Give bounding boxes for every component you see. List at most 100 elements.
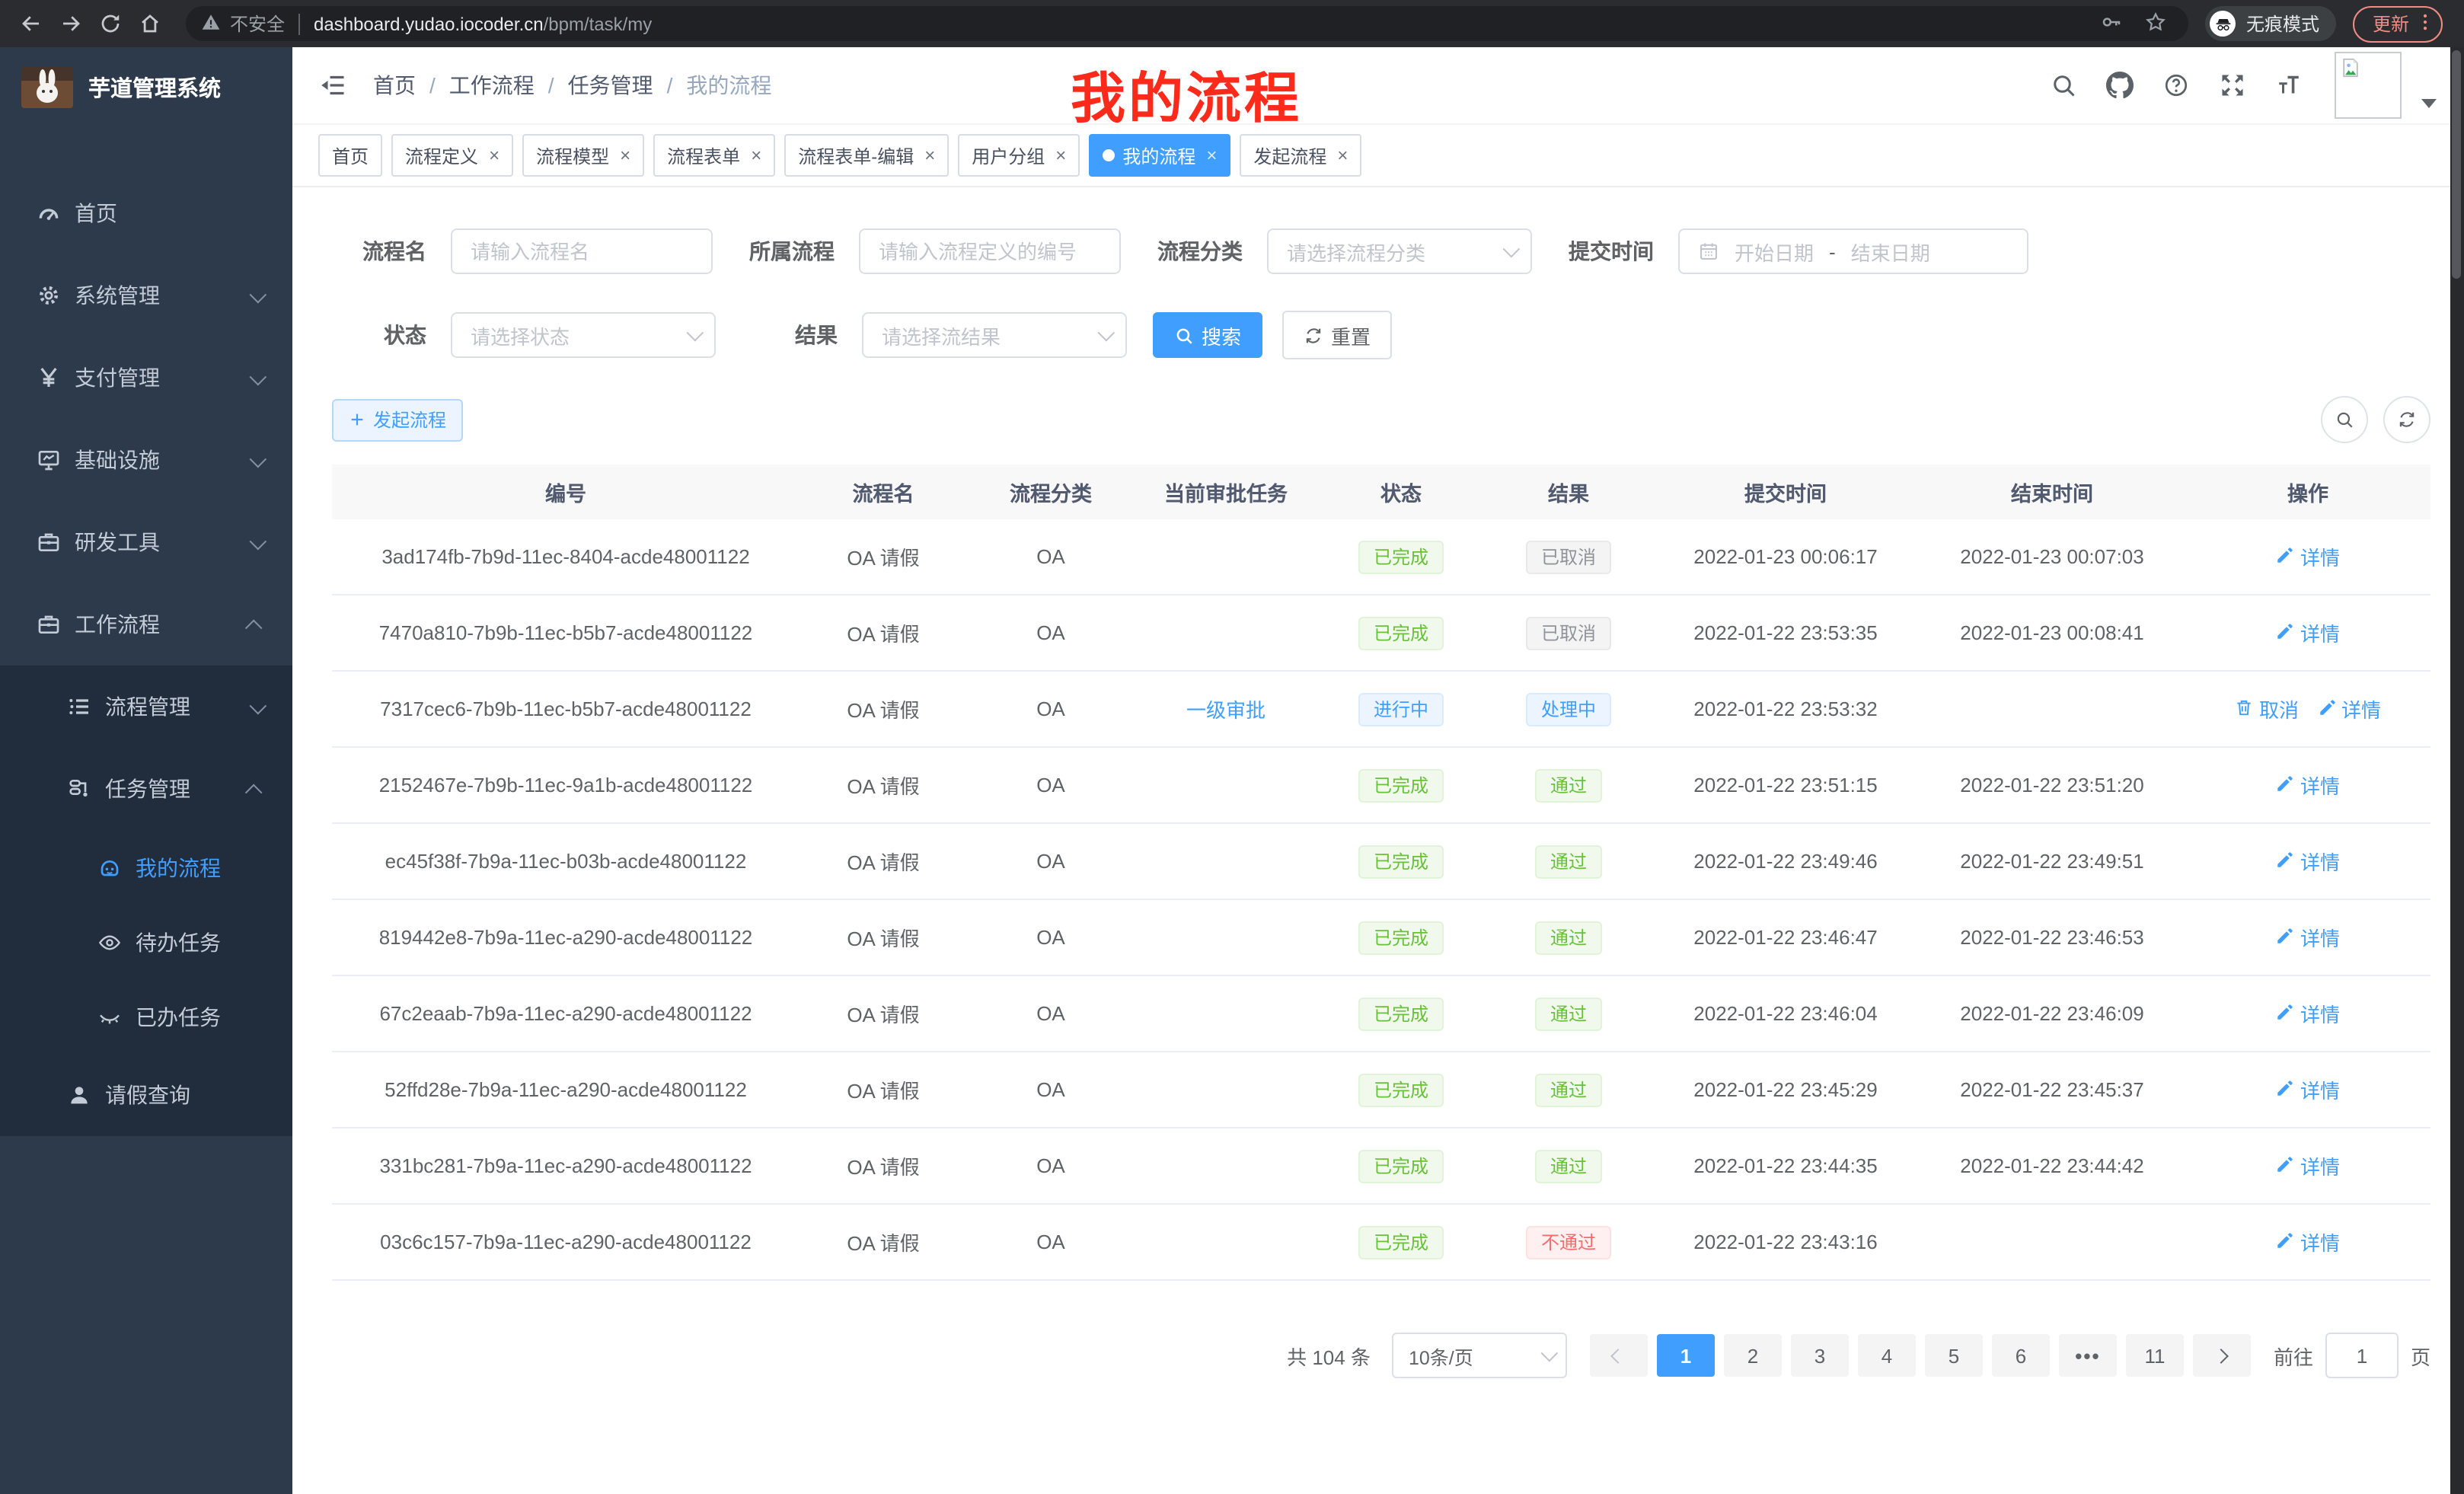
address-bar[interactable]: 不安全 dashboard.yudao.iocoder.cn/bpm/task/… (186, 6, 2188, 41)
sidebar-item-task-mgmt[interactable]: 任务管理 (0, 748, 292, 830)
close-tab-icon[interactable]: × (1337, 145, 1348, 166)
detail-action-link[interactable]: 详情 (2276, 771, 2340, 800)
tab-流程表单[interactable]: 流程表单× (653, 134, 775, 177)
process-name-input[interactable] (451, 228, 713, 274)
refresh-table-button[interactable] (2383, 396, 2430, 443)
github-icon[interactable] (2106, 72, 2134, 99)
tab-用户分组[interactable]: 用户分组× (958, 134, 1080, 177)
sidebar-item-system-mgmt[interactable]: 系统管理 (0, 254, 292, 337)
search-icon[interactable] (2050, 72, 2077, 99)
font-size-icon[interactable] (2275, 72, 2303, 99)
avatar-dropdown-icon[interactable] (2421, 99, 2437, 108)
next-page-button[interactable] (2193, 1334, 2251, 1377)
status-tag: 不通过 (1526, 1225, 1611, 1259)
status-tag: 已取消 (1526, 540, 1611, 573)
page-button-5[interactable]: 5 (1925, 1334, 1983, 1377)
sidebar-item-label: 待办任务 (136, 927, 221, 957)
sidebar-item-label: 流程管理 (105, 691, 190, 722)
tab-首页[interactable]: 首页 (318, 134, 382, 177)
detail-action-link[interactable]: 详情 (2276, 923, 2340, 952)
tab-流程表单-编辑[interactable]: 流程表单-编辑× (784, 134, 949, 177)
page-size-select[interactable]: 10条/页 (1392, 1333, 1567, 1378)
logo-row[interactable]: 芋道管理系统 (0, 47, 292, 126)
help-icon[interactable] (2162, 72, 2190, 99)
page-button-3[interactable]: 3 (1791, 1334, 1849, 1377)
update-chrome-button[interactable]: 更新 (2353, 5, 2443, 42)
create-process-button[interactable]: 发起流程 (332, 398, 463, 441)
category-select[interactable]: 请选择流程分类 (1267, 228, 1532, 274)
page-button-6[interactable]: 6 (1992, 1334, 2050, 1377)
detail-action-link[interactable]: 详情 (2317, 694, 2381, 723)
home-icon[interactable] (134, 8, 164, 39)
column-header: 当前审批任务 (1135, 477, 1317, 507)
sidebar-item-home[interactable]: 首页 (0, 172, 292, 254)
tab-发起流程[interactable]: 发起流程× (1240, 134, 1361, 177)
sidebar-item-payment-mgmt[interactable]: 支付管理 (0, 337, 292, 419)
page-button-4[interactable]: 4 (1858, 1334, 1916, 1377)
back-icon[interactable] (15, 8, 46, 39)
close-tab-icon[interactable]: × (751, 145, 761, 166)
close-tab-icon[interactable]: × (1055, 145, 1066, 166)
breadcrumb-item[interactable]: 我的流程 (686, 70, 771, 101)
reload-icon[interactable] (94, 8, 125, 39)
scrollbar-thumb[interactable] (2452, 50, 2461, 279)
submit-time-range-input[interactable]: 开始日期 - 结束日期 (1678, 228, 2028, 274)
sidebar-item-process-mgmt[interactable]: 流程管理 (0, 666, 292, 748)
detail-action-link[interactable]: 详情 (2276, 1075, 2340, 1104)
prev-page-button[interactable] (1590, 1334, 1648, 1377)
pencil-icon (2276, 773, 2296, 797)
collapse-sidebar-icon[interactable] (320, 72, 347, 99)
actions: 详情 (2185, 771, 2430, 800)
process-def-input[interactable] (859, 228, 1121, 274)
page-button-1[interactable]: 1 (1657, 1334, 1715, 1377)
scrollbar[interactable] (2450, 47, 2464, 1494)
close-tab-icon[interactable]: × (620, 145, 630, 166)
sidebar-item-leave-query[interactable]: 请假查询 (0, 1054, 292, 1136)
reset-button[interactable]: 重置 (1282, 311, 1392, 359)
sidebar-item-todo-tasks[interactable]: 待办任务 (0, 905, 292, 979)
search-button[interactable]: 搜索 (1153, 312, 1262, 358)
plus-icon (349, 411, 365, 428)
actions: 详情 (2185, 1151, 2430, 1180)
close-tab-icon[interactable]: × (924, 145, 935, 166)
sidebar-item-workflow[interactable]: 工作流程 (0, 583, 292, 666)
status: 已完成 (1317, 844, 1485, 878)
toggle-search-button[interactable] (2321, 396, 2368, 443)
close-tab-icon[interactable]: × (489, 145, 500, 166)
browser-menu-icon[interactable] (2414, 10, 2437, 37)
calendar-icon (1698, 241, 1719, 262)
refresh-icon (2397, 410, 2417, 429)
fullscreen-icon[interactable] (2219, 72, 2246, 99)
sidebar-item-done-tasks[interactable]: 已办任务 (0, 979, 292, 1054)
breadcrumb-item[interactable]: 首页 (373, 70, 416, 101)
tab-流程定义[interactable]: 流程定义× (391, 134, 513, 177)
detail-action-link[interactable]: 详情 (2276, 618, 2340, 647)
result-select[interactable]: 请选择流结果 (862, 312, 1127, 358)
sidebar-item-infrastructure[interactable]: 基础设施 (0, 419, 292, 501)
result: 通过 (1485, 844, 1652, 878)
forward-icon[interactable] (55, 8, 85, 39)
page-button-11[interactable]: 11 (2126, 1334, 2184, 1377)
more-pages-button[interactable]: ••• (2059, 1334, 2117, 1377)
tab-我的流程[interactable]: 我的流程× (1089, 134, 1230, 177)
detail-action-link[interactable]: 详情 (2276, 847, 2340, 876)
page-button-2[interactable]: 2 (1724, 1334, 1782, 1377)
sidebar-item-dev-tools[interactable]: 研发工具 (0, 501, 292, 583)
breadcrumb-item[interactable]: 工作流程 (449, 70, 535, 101)
key-icon[interactable] (2100, 10, 2123, 37)
tab-流程模型[interactable]: 流程模型× (522, 134, 644, 177)
avatar[interactable] (2335, 52, 2402, 119)
cancel-action-link[interactable]: 取消 (2235, 694, 2299, 723)
sidebar-item-my-process[interactable]: 我的流程 (0, 830, 292, 905)
close-tab-icon[interactable]: × (1206, 145, 1217, 166)
breadcrumb-item[interactable]: 任务管理 (568, 70, 653, 101)
current-task-link[interactable]: 一级审批 (1186, 699, 1266, 722)
bookmark-star-icon[interactable] (2144, 10, 2167, 37)
actions: 详情 (2185, 1227, 2430, 1256)
detail-action-link[interactable]: 详情 (2276, 1227, 2340, 1256)
detail-action-link[interactable]: 详情 (2276, 999, 2340, 1028)
detail-action-link[interactable]: 详情 (2276, 1151, 2340, 1180)
goto-page-input[interactable] (2325, 1333, 2399, 1378)
status-select[interactable]: 请选择状态 (451, 312, 716, 358)
detail-action-link[interactable]: 详情 (2276, 542, 2340, 571)
